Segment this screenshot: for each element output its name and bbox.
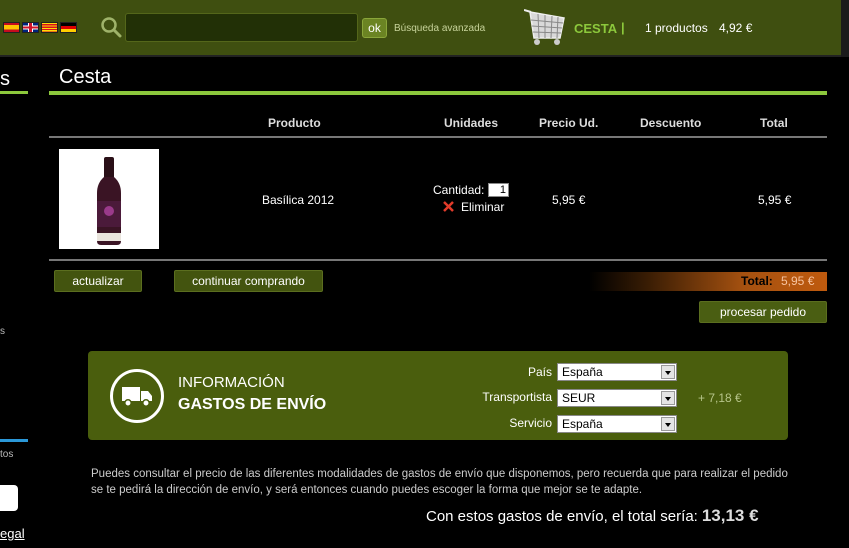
sidebar-text-fragment: tos [0,449,14,460]
title-rule [49,91,827,95]
search-icon[interactable] [100,16,122,38]
service-label: Servicio [509,416,552,430]
continue-shopping-button[interactable]: continuar comprando [174,270,323,292]
final-total: Con estos gastos de envío, el total serí… [426,506,759,526]
country-select-value: España [562,365,603,379]
shipping-title-line1: INFORMACIÓN [178,374,285,391]
carrier-select[interactable]: SEUR [557,389,677,407]
cart-separator: | [621,20,625,35]
shipping-cost: + 7,18 € [698,391,742,405]
quantity-label: Cantidad: [433,183,485,197]
column-header-unit-price: Precio Ud. [539,116,599,130]
remove-item-link[interactable]: Eliminar [461,200,504,214]
header-edge [841,0,849,57]
sidebar-legal-link[interactable]: egal [0,526,25,541]
final-total-label: Con estos gastos de envío, el total serí… [426,508,698,525]
cart-count: 1 productos [645,21,708,35]
sidebar-blue-rule [0,439,28,442]
header-rule [49,136,827,138]
uk-flag-icon[interactable] [22,22,39,33]
product-image[interactable] [59,149,159,249]
update-button[interactable]: actualizar [54,270,142,292]
line-total: 5,95 € [758,193,792,207]
german-flag-icon[interactable] [60,22,77,33]
chevron-down-icon[interactable] [661,365,675,379]
total-label: Total: [741,274,773,288]
country-select[interactable]: España [557,363,677,381]
chevron-down-icon[interactable] [661,417,675,431]
unit-price: 5,95 € [552,193,586,207]
cart-total: 4,92 € [719,21,753,35]
service-select[interactable]: España [557,415,677,433]
carrier-label: Transportista [482,390,552,404]
quantity-input[interactable]: 1 [488,183,509,197]
search-ok-button[interactable]: ok [362,18,387,38]
shopping-basket-icon[interactable] [524,8,568,46]
sidebar-heading-rule [0,91,28,94]
language-flags [3,22,77,33]
catalan-flag-icon[interactable] [41,22,58,33]
column-header-units: Unidades [444,116,499,130]
sidebar-heading-fragment: s [0,68,10,90]
service-select-value: España [562,417,603,431]
search-input[interactable] [125,13,358,42]
country-label: País [527,365,552,379]
spanish-flag-icon[interactable] [3,22,20,33]
cart-label[interactable]: CESTA [574,21,617,36]
sidebar-input[interactable] [0,485,18,511]
carrier-select-value: SEUR [562,391,596,405]
page-title: Cesta [59,66,112,88]
advanced-search-link[interactable]: Búsqueda avanzada [394,23,485,34]
sidebar-item-fragment[interactable]: s [0,326,5,337]
truck-icon-frame [110,369,164,423]
row-rule [49,259,827,261]
shipping-title-line2: GASTOS DE ENVÍO [178,396,327,413]
remove-icon[interactable] [442,200,455,213]
shipping-info-text: Puedes consultar el precio de las difere… [91,468,788,496]
truck-icon [122,387,152,407]
chevron-down-icon[interactable] [661,391,675,405]
product-name[interactable]: Basílica 2012 [262,193,334,207]
column-header-product: Producto [268,116,321,130]
column-header-total: Total [760,116,788,130]
final-total-value: 13,13 € [701,506,759,525]
checkout-button[interactable]: procesar pedido [699,301,827,323]
column-header-discount: Descuento [640,116,702,130]
total-value: 5,95 € [781,274,815,288]
